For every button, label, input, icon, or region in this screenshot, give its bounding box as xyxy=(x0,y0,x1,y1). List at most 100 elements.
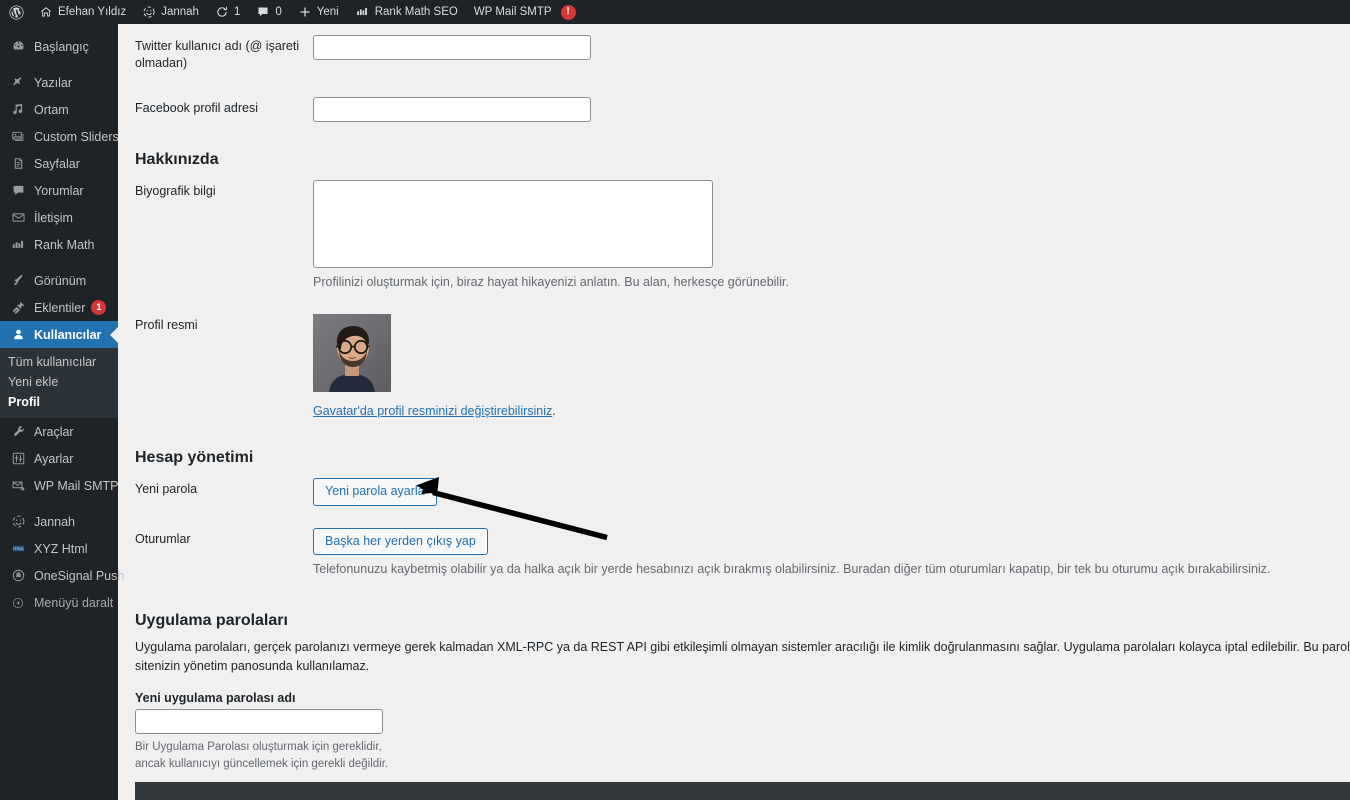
facebook-field-cell xyxy=(313,86,1330,133)
mail-smtp-icon xyxy=(8,478,28,493)
bottom-section-strip-text xyxy=(135,782,1350,790)
application-passwords-heading: Uygulama parolaları xyxy=(135,611,288,629)
new-app-password-hint-line1: Bir Uygulama Parolası oluşturmak için ge… xyxy=(135,741,382,754)
table-row: Facebook profil adresi xyxy=(135,86,1330,133)
sidebar-item-contact[interactable]: İletişim xyxy=(0,204,118,231)
status-badge: ! xyxy=(560,4,576,20)
collapse-menu-label: Menüyü daralt xyxy=(34,595,114,610)
dashboard-icon xyxy=(8,39,28,54)
new-password-label: Yeni parola xyxy=(135,482,198,496)
sidebar-item-tools[interactable]: Araçlar xyxy=(0,418,118,445)
wordpress-logo-icon xyxy=(9,4,24,20)
sidebar-item-wp-mail-smtp[interactable]: WP Mail SMTP xyxy=(0,472,119,499)
wordpress-logo-button[interactable] xyxy=(0,0,31,24)
submenu-item-profile[interactable]: Profil xyxy=(0,392,118,412)
new-app-password-name-input[interactable] xyxy=(135,709,383,735)
admin-bar-comments-count: 0 xyxy=(275,6,282,18)
sidebar-item-label: Yorumlar xyxy=(34,183,84,198)
tools-icon xyxy=(8,424,28,439)
admin-bar-comments[interactable]: 0 xyxy=(248,0,289,24)
sidebar-item-label: WP Mail SMTP xyxy=(34,478,119,493)
table-row: Profil resmi Gavatar'da profil resminizi… xyxy=(135,303,1330,432)
sidebar-item-label: Ayarlar xyxy=(34,451,74,466)
sidebar-item-label: Eklentiler xyxy=(34,300,86,315)
home-icon xyxy=(39,5,53,19)
svg-text:HTML: HTML xyxy=(13,546,24,551)
admin-bar-updates-count: 1 xyxy=(233,6,241,18)
appearance-icon xyxy=(8,273,28,288)
onesignal-icon xyxy=(8,568,28,583)
chart-bar-icon xyxy=(8,237,28,252)
sidebar-item-label: XYZ Html xyxy=(34,541,88,556)
admin-bar-wp-mail-smtp[interactable]: WP Mail SMTP ! xyxy=(466,0,584,24)
bio-field-cell: Profilinizi oluşturmak için, biraz hayat… xyxy=(313,169,1330,303)
envelope-icon xyxy=(8,210,28,225)
new-app-password-hint-line2: ancak kullanıcıyı güncellemek için gerek… xyxy=(135,757,389,770)
profile-picture-cell: Gavatar'da profil resminizi değiştirebil… xyxy=(313,303,1330,432)
gravatar-trailing-period: . xyxy=(552,403,556,418)
sidebar-item-custom-sliders[interactable]: Custom Sliders xyxy=(0,123,119,150)
profile-form-wrap: Twitter kullanıcı adı (@ işareti olmadan… xyxy=(118,24,1350,800)
submenu-item-add-new[interactable]: Yeni ekle xyxy=(0,372,118,392)
settings-icon xyxy=(8,451,28,466)
pages-icon xyxy=(8,156,28,171)
users-icon xyxy=(8,327,28,342)
table-row: Biyografik bilgi Profilinizi oluşturmak … xyxy=(135,169,1330,303)
profile-contact-table: Twitter kullanıcı adı (@ işareti olmadan… xyxy=(135,24,1330,133)
admin-bar-updates[interactable]: 1 xyxy=(207,0,248,24)
bio-textarea[interactable] xyxy=(313,179,713,268)
account-management-heading: Hesap yönetimi xyxy=(135,449,254,466)
profile-page-content: Twitter kullanıcı adı (@ işareti olmadan… xyxy=(118,24,1350,800)
sidebar-item-onesignal-push[interactable]: OneSignal Push xyxy=(0,562,124,589)
table-row: Twitter kullanıcı adı (@ işareti olmadan… xyxy=(135,24,1330,86)
profile-picture-label: Profil resmi xyxy=(135,317,198,332)
account-management-table: Yeni parola Yeni parola ayarla Oturumlar… xyxy=(135,467,1330,590)
sidebar-item-media[interactable]: Ortam xyxy=(0,96,118,123)
collapse-arrow-icon xyxy=(8,596,28,610)
gravatar-change-link[interactable]: Gavatar'da profil resminizi değiştirebil… xyxy=(313,403,552,421)
sidebar-item-appearance[interactable]: Görünüm xyxy=(0,267,118,294)
facebook-label: Facebook profil adresi xyxy=(135,100,258,115)
sidebar-item-users[interactable]: Kullanıcılar xyxy=(0,321,118,348)
new-password-cell: Yeni parola ayarla xyxy=(313,467,1330,517)
avatar xyxy=(313,313,391,392)
admin-bar-new-content[interactable]: Yeni xyxy=(290,0,347,24)
twitter-input[interactable] xyxy=(313,35,591,60)
admin-bar-rank-math-seo[interactable]: Rank Math SEO xyxy=(347,0,466,24)
sidebar-item-label: Custom Sliders xyxy=(34,129,119,144)
admin-bar: Efehan Yıldız Jannah 1 0 Yeni Rank Math … xyxy=(0,0,1350,24)
sidebar-item-label: Araçlar xyxy=(34,424,74,439)
sidebar-item-plugins[interactable]: Eklentiler 1 xyxy=(0,294,118,321)
admin-bar-site-name[interactable]: Efehan Yıldız xyxy=(31,0,134,24)
sidebar-item-label: Rank Math xyxy=(34,237,95,252)
sessions-description: Telefonunuzu kaybetmiş olabilir ya da ha… xyxy=(313,562,1271,576)
sidebar-item-xyz-html[interactable]: HTML XYZ Html xyxy=(0,535,118,562)
logout-everywhere-button[interactable]: Başka her yerden çıkış yap xyxy=(313,527,488,555)
admin-bar-rank-math-label: Rank Math SEO xyxy=(374,6,458,18)
twitter-label: Twitter kullanıcı adı (@ işareti olmadan… xyxy=(135,39,300,70)
submenu-item-all-users[interactable]: Tüm kullanıcılar xyxy=(0,352,118,372)
sidebar-item-jannah[interactable]: Jannah xyxy=(0,508,118,535)
set-new-password-button[interactable]: Yeni parola ayarla xyxy=(313,478,437,506)
pin-icon xyxy=(8,75,28,90)
sidebar-item-settings[interactable]: Ayarlar xyxy=(0,445,118,472)
bio-label: Biyografik bilgi xyxy=(135,183,216,198)
facebook-input[interactable] xyxy=(313,96,591,122)
gravatar-line: Gavatar'da profil resminizi değiştirebil… xyxy=(313,397,1320,421)
sidebar-item-comments[interactable]: Yorumlar xyxy=(0,177,118,204)
application-passwords-section: Uygulama parolaları Uygulama parolaları,… xyxy=(135,611,1350,800)
application-passwords-description: Uygulama parolaları, gerçek parolanızı v… xyxy=(135,639,1350,673)
admin-bar-theme-jannah[interactable]: Jannah xyxy=(134,0,207,24)
menu-spacer-2 xyxy=(0,258,118,267)
sidebar-item-posts[interactable]: Yazılar xyxy=(0,69,118,96)
sidebar-item-pages[interactable]: Sayfalar xyxy=(0,150,118,177)
collapse-menu-button[interactable]: Menüyü daralt xyxy=(0,589,118,616)
sidebar-item-rank-math[interactable]: Rank Math xyxy=(0,231,118,258)
html-icon: HTML xyxy=(8,541,28,556)
sidebar-item-label: Kullanıcılar xyxy=(34,327,102,342)
sidebar-item-dashboard[interactable]: Başlangıç xyxy=(0,33,118,60)
sidebar-item-label: OneSignal Push xyxy=(34,568,125,583)
comment-bubble-icon xyxy=(256,5,270,19)
sidebar-item-label: İletişim xyxy=(34,210,73,225)
table-row: Oturumlar Başka her yerden çıkış yap Tel… xyxy=(135,517,1330,590)
